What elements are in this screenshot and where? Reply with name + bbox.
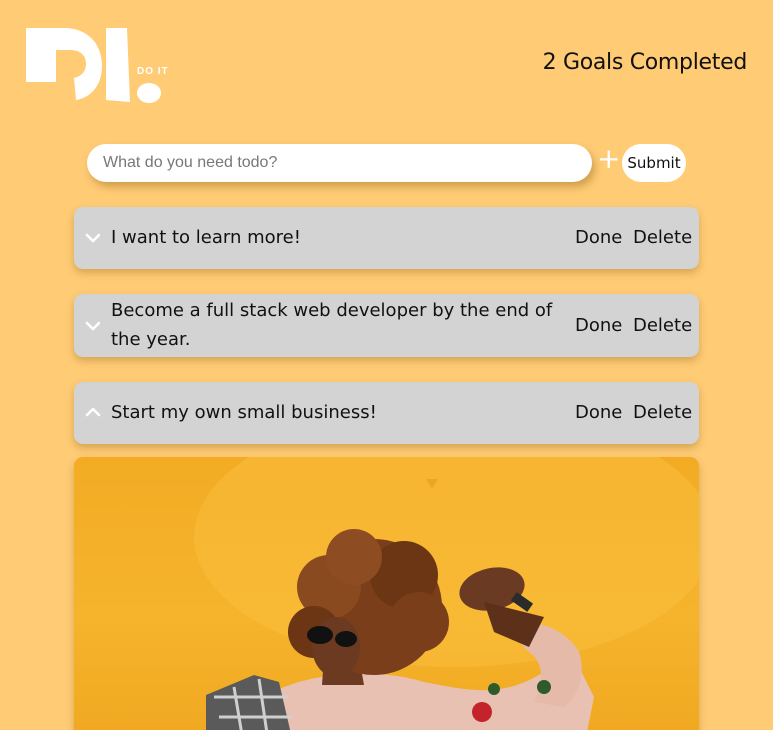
do-it-logo[interactable]: DO IT xyxy=(26,26,186,108)
app-page: DO IT 2 Goals Completed + Submit I want … xyxy=(0,0,773,730)
submit-button[interactable]: Submit xyxy=(622,144,686,182)
done-button[interactable]: Done xyxy=(575,223,622,252)
todo-input[interactable] xyxy=(87,144,592,182)
delete-button[interactable]: Delete xyxy=(633,223,692,252)
todo-text: I want to learn more! xyxy=(111,227,301,248)
done-button[interactable]: Done xyxy=(575,398,622,427)
done-button[interactable]: Done xyxy=(575,311,622,340)
chevron-up-icon[interactable] xyxy=(83,402,103,422)
todo-text: Become a full stack web developer by the… xyxy=(111,300,553,350)
todo-image xyxy=(74,457,699,730)
chevron-down-icon[interactable] xyxy=(83,228,103,248)
chevron-down-icon[interactable] xyxy=(83,316,103,336)
goals-completed-counter: 2 Goals Completed xyxy=(542,50,748,75)
todo-item: Become a full stack web developer by the… xyxy=(74,294,699,357)
logo-wordmark: DO IT xyxy=(137,66,169,77)
dancing-person-photo-icon xyxy=(194,457,699,730)
delete-button[interactable]: Delete xyxy=(633,311,692,340)
delete-button[interactable]: Delete xyxy=(633,398,692,427)
todo-item: Start my own small business! Done Delete xyxy=(74,382,699,444)
todo-text: Start my own small business! xyxy=(111,402,377,423)
todo-item: I want to learn more! Done Delete xyxy=(74,207,699,269)
plus-icon[interactable]: + xyxy=(597,145,620,173)
